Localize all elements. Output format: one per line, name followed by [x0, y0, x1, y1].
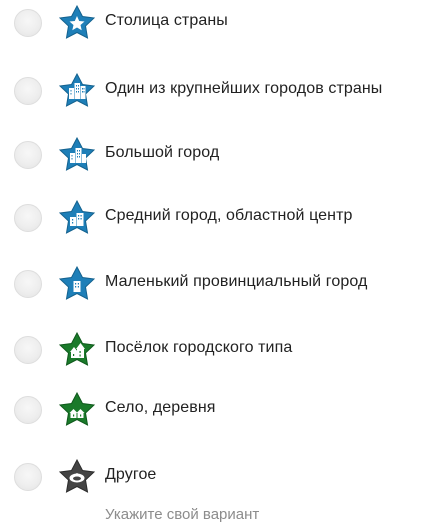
option-label: Большой город	[105, 144, 220, 161]
option-label: Маленький провинциальный город	[105, 273, 368, 290]
option-capital[interactable]: Столица страны	[0, 3, 426, 43]
radio-button[interactable]	[14, 204, 42, 232]
custom-answer-input[interactable]	[105, 504, 335, 524]
star-small-town-icon	[58, 266, 96, 300]
radio-button[interactable]	[14, 141, 42, 169]
option-big-city[interactable]: Большой город	[0, 135, 426, 175]
option-label: Другое	[105, 466, 157, 483]
option-label: Село, деревня	[105, 399, 216, 416]
option-other[interactable]: Другое	[0, 457, 426, 497]
radio-button[interactable]	[14, 336, 42, 364]
radio-button[interactable]	[14, 270, 42, 298]
star-capital-icon	[58, 5, 96, 39]
option-label: Столица страны	[105, 12, 228, 29]
option-medium-city[interactable]: Средний город, областной центр	[0, 198, 426, 238]
option-settlement[interactable]: Посёлок городского типа	[0, 330, 426, 370]
option-small-town[interactable]: Маленький провинциальный город	[0, 264, 426, 304]
star-medium-city-icon	[58, 200, 96, 234]
radio-button[interactable]	[14, 396, 42, 424]
radio-button[interactable]	[14, 77, 42, 105]
star-village-icon	[58, 392, 96, 426]
star-settlement-icon	[58, 332, 96, 366]
option-village[interactable]: Село, деревня	[0, 390, 426, 430]
radio-button[interactable]	[14, 9, 42, 37]
option-label: Один из крупнейших городов страны	[105, 80, 383, 97]
option-label: Средний город, областной центр	[105, 207, 353, 224]
star-big-city-icon	[58, 137, 96, 171]
radio-button[interactable]	[14, 463, 42, 491]
option-label: Посёлок городского типа	[105, 339, 293, 356]
star-large-city-icon	[58, 73, 96, 107]
star-other-icon	[58, 459, 96, 493]
option-largest-city[interactable]: Один из крупнейших городов страны	[0, 71, 426, 111]
